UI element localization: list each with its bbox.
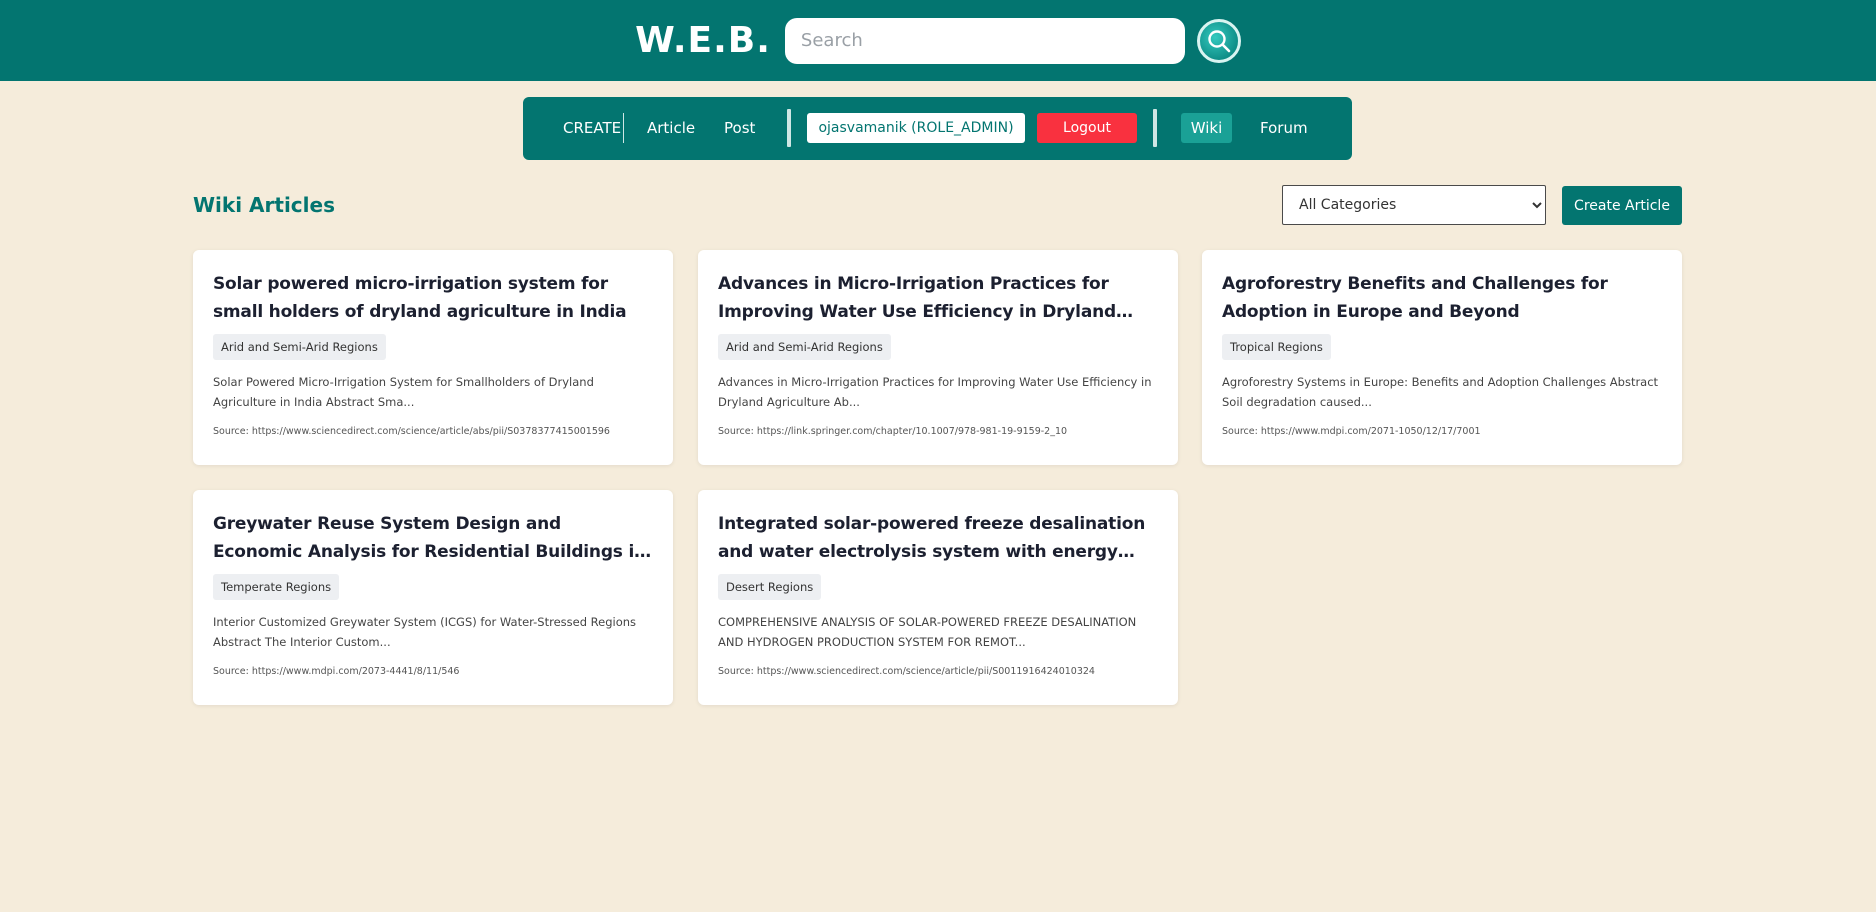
nav-divider — [787, 109, 791, 147]
top-header: W.E.B. — [0, 0, 1876, 81]
article-source: Source: https://link.springer.com/chapte… — [718, 426, 1068, 437]
article-card[interactable]: Integrated solar-powered freeze desalina… — [698, 490, 1178, 705]
create-post-link[interactable]: Post — [724, 119, 755, 137]
search-input[interactable] — [784, 17, 1185, 64]
nav-divider — [623, 113, 624, 143]
category-tag: Tropical Regions — [1222, 334, 1331, 360]
category-tag: Desert Regions — [718, 574, 822, 600]
create-article-link[interactable]: Article — [647, 119, 695, 137]
article-title[interactable]: Solar powered micro-irrigation system fo… — [213, 270, 653, 326]
create-label: CREATE — [563, 119, 622, 137]
article-card[interactable]: Solar powered micro-irrigation system fo… — [193, 250, 673, 465]
search-icon — [1208, 29, 1231, 52]
article-excerpt: COMPREHENSIVE ANALYSIS OF SOLAR-POWERED … — [718, 615, 1137, 649]
article-title[interactable]: Integrated solar-powered freeze desalina… — [718, 510, 1158, 566]
category-tag: Arid and Semi-Arid Regions — [213, 334, 386, 360]
nav-wiki[interactable]: Wiki — [1181, 113, 1232, 143]
article-source: Source: https://www.mdpi.com/2071-1050/1… — [1222, 426, 1481, 437]
article-card[interactable]: Greywater Reuse System Design and Econom… — [193, 490, 673, 705]
user-badge: ojasvamanik (ROLE_ADMIN) — [807, 113, 1025, 143]
logout-button[interactable]: Logout — [1037, 113, 1137, 143]
brand-logo[interactable]: W.E.B. — [635, 20, 771, 61]
main-nav: CREATE Article Post ojasvamanik (ROLE_AD… — [523, 97, 1352, 160]
article-excerpt: Solar Powered Micro-Irrigation System fo… — [213, 375, 594, 409]
category-tag: Temperate Regions — [213, 574, 340, 600]
create-article-button[interactable]: Create Article — [1562, 186, 1682, 225]
article-title[interactable]: Agroforestry Benefits and Challenges for… — [1222, 270, 1662, 326]
nav-divider — [1153, 109, 1157, 147]
article-source: Source: https://www.mdpi.com/2073-4441/8… — [213, 666, 460, 677]
category-tag: Arid and Semi-Arid Regions — [718, 334, 891, 360]
article-title[interactable]: Advances in Micro-Irrigation Practices f… — [718, 270, 1158, 326]
article-excerpt: Interior Customized Greywater System (IC… — [213, 615, 637, 649]
page-title: Wiki Articles — [193, 193, 335, 217]
nav-forum[interactable]: Forum — [1260, 119, 1308, 137]
category-select[interactable]: All Categories — [1282, 185, 1546, 225]
article-card[interactable]: Advances in Micro-Irrigation Practices f… — [698, 250, 1178, 465]
article-title[interactable]: Greywater Reuse System Design and Econom… — [213, 510, 653, 566]
article-source: Source: https://www.sciencedirect.com/sc… — [213, 426, 610, 437]
article-card[interactable]: Agroforestry Benefits and Challenges for… — [1202, 250, 1682, 465]
search-button[interactable] — [1196, 18, 1241, 63]
article-excerpt: Advances in Micro-Irrigation Practices f… — [718, 375, 1152, 409]
article-source: Source: https://www.sciencedirect.com/sc… — [718, 666, 1095, 677]
article-excerpt: Agroforestry Systems in Europe: Benefits… — [1222, 375, 1659, 409]
